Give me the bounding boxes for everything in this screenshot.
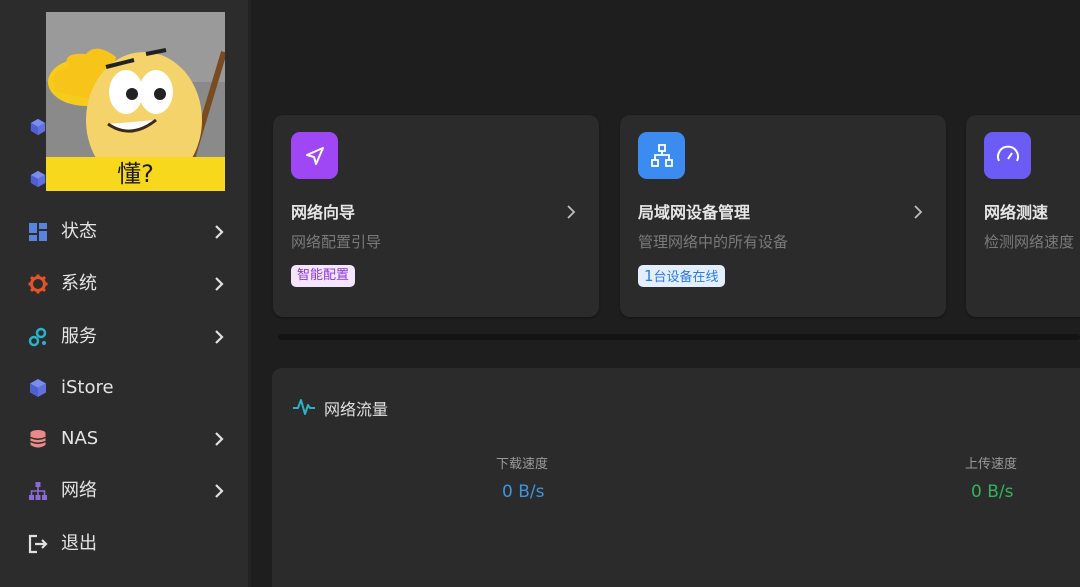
status-badge: 1台设备在线 — [638, 265, 725, 287]
sidebar-item-network[interactable]: 网络 — [0, 469, 248, 513]
sidebar-item-label: 网络 — [61, 480, 97, 501]
card-speed-test[interactable]: 网络测速 检测网络速度 — [966, 115, 1080, 317]
card-title: 局域网设备管理 — [638, 203, 751, 222]
cube-icon — [30, 118, 46, 136]
sidebar-item-logout[interactable]: 退出 — [0, 522, 248, 566]
sidebar-divider — [248, 0, 251, 587]
card-lan-devices[interactable]: 局域网设备管理 管理网络中的所有设备 1台设备在线 — [620, 115, 946, 317]
card-network-wizard[interactable]: 网络向导 网络配置引导 智能配置 — [273, 115, 599, 317]
sidebar-item-label: 服务 — [61, 326, 97, 347]
sidebar-item-label: 退出 — [61, 533, 97, 554]
chevron-right-icon — [215, 277, 224, 291]
gear-icon — [28, 274, 48, 294]
sidebar-item-label: NAS — [61, 428, 99, 449]
cube-icon — [30, 170, 46, 188]
sidebar-item-label: 系统 — [61, 273, 97, 294]
sidebar-item-label: 状态 — [61, 221, 97, 242]
chevron-right-icon — [215, 484, 224, 498]
chevron-right-icon — [215, 225, 224, 239]
sidebar-item-status[interactable]: 状态 — [0, 210, 248, 254]
navigation-icon — [291, 132, 338, 179]
card-title: 网络向导 — [291, 203, 356, 222]
card-subtitle: 管理网络中的所有设备 — [638, 233, 789, 251]
traffic-title: 网络流量 — [324, 400, 389, 419]
sidebar-item-label: iStore — [61, 377, 114, 398]
sticker-caption: 懂? — [46, 157, 225, 191]
network-traffic-panel: 网络流量 下载速度 0 B/s 上传速度 0 B/s — [272, 368, 1080, 587]
cube-icon — [30, 379, 46, 397]
upload-speed-value: 0 B/s — [971, 482, 1014, 502]
card-title: 网络测速 — [984, 203, 1049, 222]
avatar-sticker: 懂? — [46, 12, 225, 191]
database-icon — [30, 430, 46, 448]
download-speed-value: 0 B/s — [502, 482, 545, 502]
app-root: 懂? 状态 系统 服务 iStore NAS 网络 退出 网络向导 网络配置引导… — [0, 0, 1080, 587]
network-icon — [29, 482, 47, 500]
speedometer-icon — [984, 132, 1031, 179]
cogs-icon — [28, 327, 47, 347]
lan-icon — [638, 132, 685, 179]
horizontal-scrollbar[interactable] — [278, 334, 1080, 340]
upload-speed-label: 上传速度 — [965, 457, 1018, 472]
sidebar-item-istore[interactable]: iStore — [0, 366, 248, 410]
sidebar-item-system[interactable]: 系统 — [0, 262, 248, 306]
dashboard-icon — [29, 223, 47, 241]
download-speed-label: 下载速度 — [496, 457, 549, 472]
chevron-right-icon — [215, 432, 224, 446]
sidebar-item-nas[interactable]: NAS — [0, 417, 248, 461]
sidebar: 懂? 状态 系统 服务 iStore NAS 网络 退出 — [0, 0, 248, 587]
chevron-right-icon — [567, 205, 576, 219]
status-badge-label: 台设备在线 — [653, 270, 719, 285]
chevron-right-icon — [914, 205, 923, 219]
online-device-count: 1 — [644, 267, 654, 285]
card-subtitle: 检测网络速度 — [984, 233, 1075, 251]
chevron-right-icon — [215, 330, 224, 344]
sidebar-item-services[interactable]: 服务 — [0, 315, 248, 359]
card-subtitle: 网络配置引导 — [291, 233, 382, 251]
logout-icon — [28, 534, 48, 554]
pulse-icon — [293, 399, 315, 415]
status-badge: 智能配置 — [291, 265, 356, 287]
